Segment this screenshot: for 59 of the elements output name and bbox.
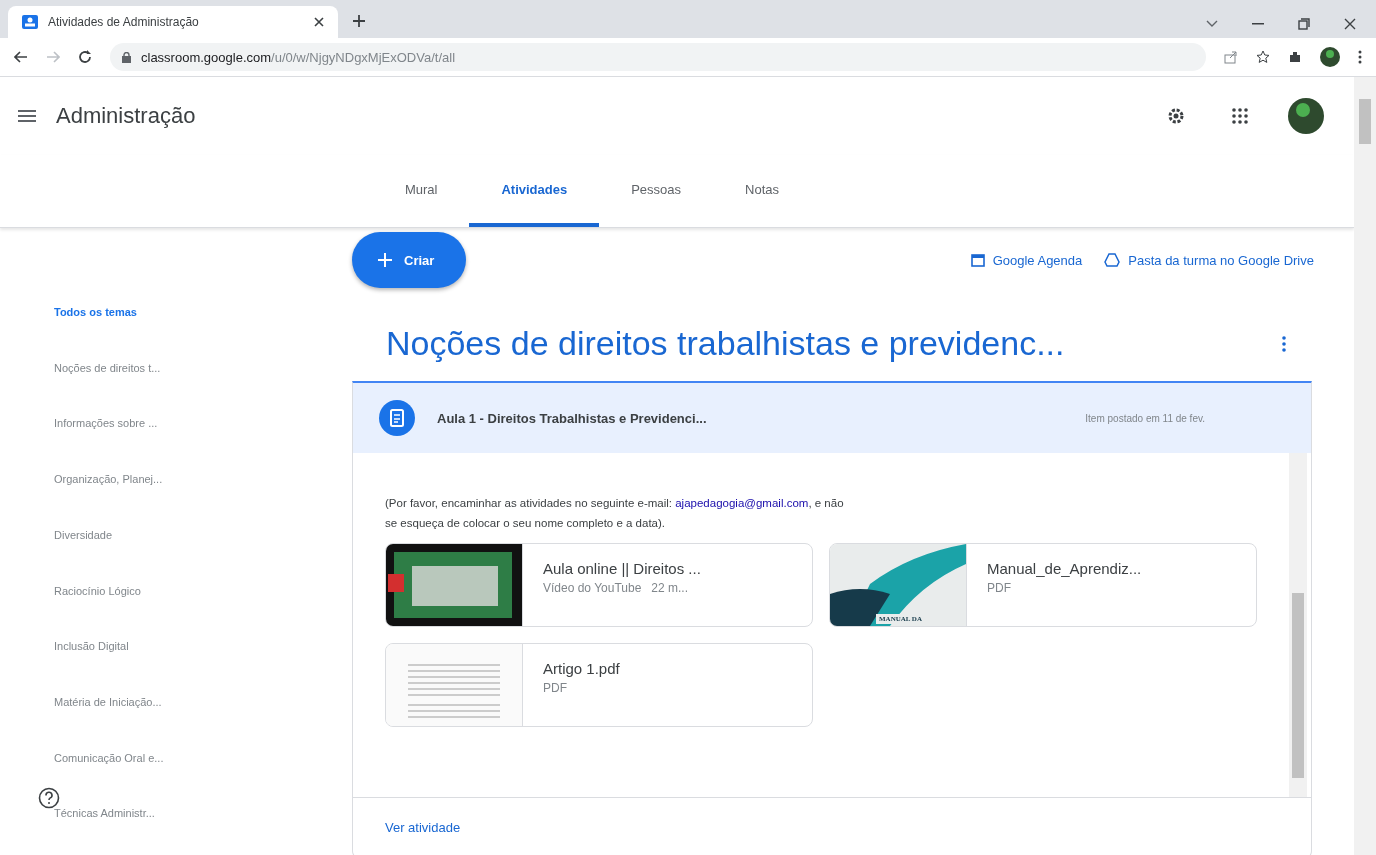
url-text: classroom.google.com/u/0/w/NjgyNDgxMjExODVa/t/all (141, 49, 456, 65)
more-vertical-icon[interactable] (1282, 335, 1286, 352)
topic-item[interactable]: Técnicas Administr... (54, 799, 352, 855)
topic-item[interactable]: Informações sobre ... (54, 409, 352, 466)
star-icon[interactable] (1256, 50, 1270, 64)
attachment-card[interactable]: Artigo 1.pdf PDF (385, 643, 813, 727)
drive-folder-link[interactable]: Pasta da turma no Google Drive (1104, 252, 1314, 268)
apps-grid-icon[interactable] (1232, 108, 1248, 124)
nav-tab[interactable]: Notas (713, 155, 812, 227)
topic-item[interactable]: Noções de direitos t... (54, 353, 352, 410)
address-bar[interactable]: classroom.google.com/u/0/w/NjgyNDgxMjExODVa/t/all (110, 43, 1206, 71)
attachment-type: PDF (987, 581, 1012, 595)
attachment-type: Vídeo do YouTube 22 m... (543, 581, 689, 595)
attachment-card[interactable]: Aula online || Direitos ... Vídeo do YouTube 22 m... (385, 543, 813, 627)
calendar-link[interactable]: Google Agenda (970, 252, 1083, 268)
topic-item[interactable]: Diversidade (54, 520, 352, 577)
topic-item[interactable]: Inclusão Digital (54, 632, 352, 688)
posted-date: Item postado em 11 de fev. (1085, 412, 1206, 424)
plus-icon (378, 253, 392, 267)
menu-icon[interactable] (18, 110, 36, 122)
avatar-icon[interactable] (1288, 98, 1324, 134)
nav-tab[interactable]: Pessoas (599, 155, 714, 227)
browser-tab[interactable]: Atividades de Administração (8, 6, 338, 38)
topic-title: Noções de direitos trabalhistas e previdenc... (386, 324, 1066, 363)
settings-icon[interactable] (1166, 106, 1186, 126)
lock-icon (122, 51, 131, 63)
close-icon[interactable] (1344, 18, 1356, 30)
topic-item[interactable]: Todos os temas (54, 298, 352, 354)
assignment-icon (379, 400, 415, 436)
close-icon[interactable] (314, 17, 324, 27)
view-assignment-link[interactable]: Ver atividade (385, 820, 461, 835)
browser-tab-title: Atividades de Administração (48, 15, 200, 29)
nav-tab[interactable]: Atividades (469, 155, 600, 227)
page-scrollbar[interactable] (1354, 77, 1376, 855)
restore-icon[interactable] (1298, 18, 1310, 30)
back-arrow-icon[interactable] (14, 51, 28, 63)
create-button[interactable]: Criar (352, 232, 467, 288)
attachment-title: Manual_de_Aprendiz... (987, 560, 1142, 577)
help-icon[interactable] (38, 787, 60, 809)
instructions-text: (Por favor, encaminhar as atividades no seguinte e-mail: ajapedagogia@gmail.com, e não se esqueça de colocar o seu nome completo e a data). (385, 496, 845, 531)
assignment-title[interactable]: Aula 1 - Direitos Trabalhistas e Previdenci... (437, 410, 1064, 426)
topic-item[interactable]: Comunicação Oral e... (54, 743, 352, 800)
attachment-type: PDF (543, 681, 568, 695)
avatar-icon[interactable] (1320, 47, 1340, 67)
attachment-title: Aula online || Direitos ... (543, 560, 701, 577)
topic-item[interactable]: Matéria de Iniciação... (54, 687, 352, 744)
minimize-icon[interactable] (1252, 23, 1264, 25)
calendar-icon (970, 253, 985, 267)
share-icon[interactable] (1224, 50, 1238, 64)
reload-icon[interactable] (78, 50, 92, 64)
class-title: Administração (56, 103, 197, 129)
attachment-title: Artigo 1.pdf (543, 660, 620, 677)
topic-item[interactable]: Organização, Planej... (54, 465, 352, 521)
topic-item[interactable]: Raciocínio Lógico (54, 576, 352, 633)
chevron-down-icon[interactable] (1206, 20, 1218, 28)
scrollbar[interactable] (1289, 453, 1307, 797)
new-tab-icon[interactable] (352, 14, 366, 28)
more-vertical-icon[interactable] (1358, 50, 1362, 64)
nav-tab[interactable]: Mural (372, 155, 470, 227)
